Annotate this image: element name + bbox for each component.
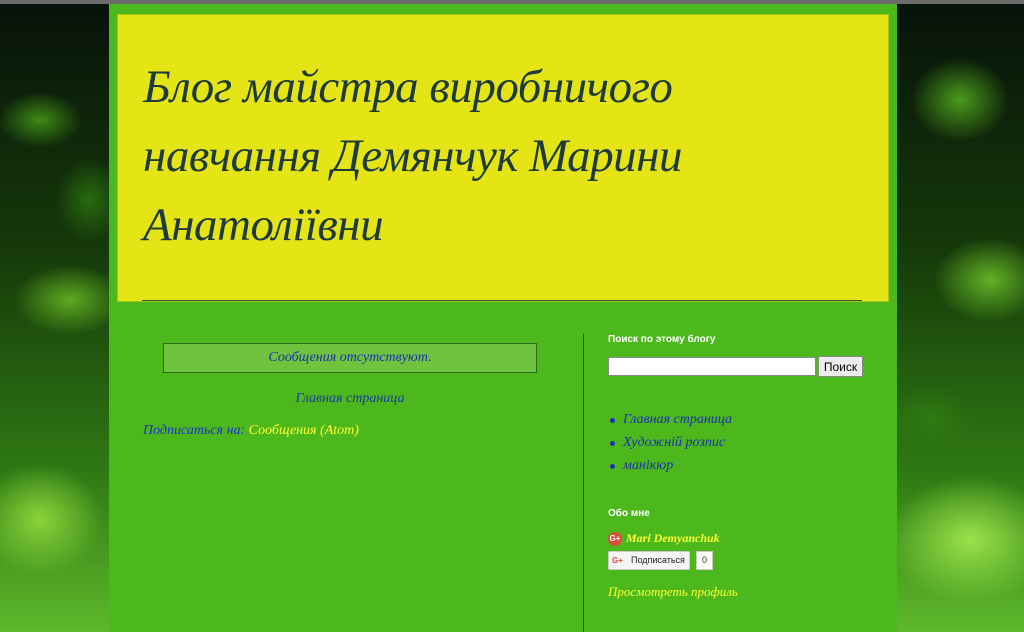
no-posts-message: Сообщения отсутствуют.: [163, 343, 537, 373]
view-profile-link[interactable]: Просмотреть профиль: [608, 584, 738, 600]
pages-list: Главная страница Художній розпис манікюр: [608, 408, 732, 477]
page-link-label: манікюр: [623, 458, 674, 473]
google-plus-icon: G+: [612, 556, 623, 565]
subscribe-posts-link[interactable]: Сообщения: [249, 423, 317, 438]
page-link-label: Главная страница: [623, 412, 732, 427]
search-input[interactable]: [608, 357, 816, 376]
blog-title[interactable]: Блог майстра виробничого навчання Демянч…: [143, 53, 843, 260]
blog-page: Блог майстра виробничого навчання Демянч…: [109, 4, 897, 632]
page-link-home[interactable]: Главная страница: [608, 408, 732, 431]
about-widget-title: Обо мне: [608, 508, 650, 519]
search-button[interactable]: Поиск: [818, 356, 863, 377]
page-link-label: Художній розпис: [623, 435, 726, 450]
bullet-icon: [610, 441, 615, 446]
follow-button[interactable]: G+ Подписаться: [608, 551, 690, 570]
google-plus-icon: G+: [608, 532, 622, 546]
follow-button-label: Подписаться: [631, 555, 685, 565]
search-widget-title: Поиск по этому блогу: [608, 334, 716, 345]
author-name-link[interactable]: Mari Demyanchuk: [626, 531, 720, 546]
blog-header: Блог майстра виробничого навчання Демянч…: [117, 14, 889, 302]
atom-feed-link[interactable]: Atom: [325, 423, 355, 438]
page-link-painting[interactable]: Художній розпис: [608, 431, 732, 454]
feed-close-paren: ): [354, 423, 359, 438]
bullet-icon: [610, 464, 615, 469]
subscribe-prefix: Подписаться на:: [143, 423, 246, 438]
column-divider: [583, 334, 584, 632]
bullet-icon: [610, 418, 615, 423]
header-divider: [142, 300, 862, 301]
home-page-link[interactable]: Главная страница: [163, 391, 537, 407]
subscribe-line: Подписаться на: Сообщения (Atom): [143, 423, 359, 439]
follower-count: 0: [696, 551, 713, 570]
page-link-manicure[interactable]: манікюр: [608, 454, 732, 477]
